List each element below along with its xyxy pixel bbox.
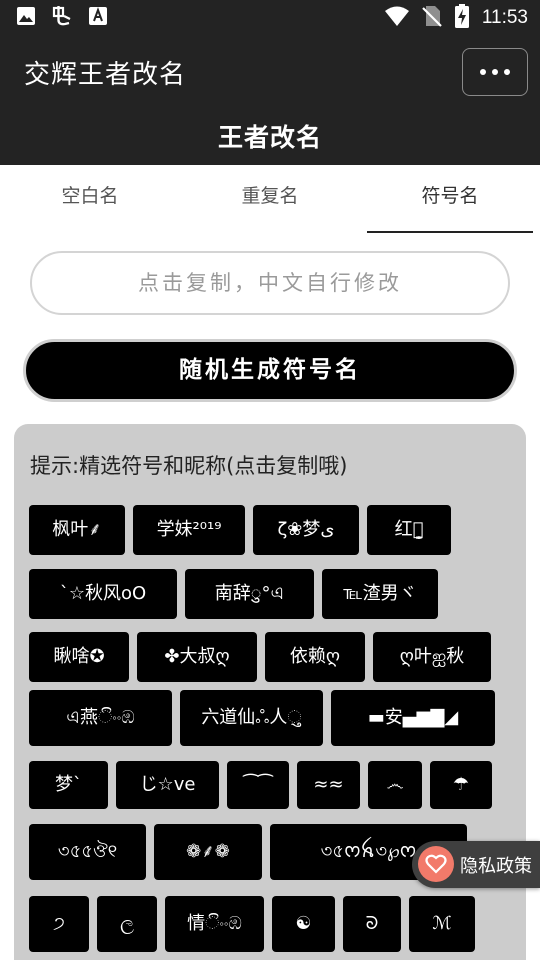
name-chip[interactable]: 六道仙ஃ人ુ — [180, 690, 323, 746]
name-chip[interactable]: ζ❀梦ى — [253, 505, 359, 555]
name-chip[interactable]: 梦ˋ — [29, 761, 108, 809]
name-chip[interactable]: ල — [97, 896, 157, 952]
wifi-icon — [384, 5, 410, 31]
name-chip[interactable]: ☯ — [272, 896, 335, 952]
name-chip[interactable]: ❁⸙❁ — [154, 824, 262, 880]
heart-icon — [418, 846, 454, 882]
name-row: 瞅啥✪ ✤大叔ღ 依赖ღ ღ叶ஐ秋 — [29, 632, 491, 682]
privacy-policy-button[interactable]: 隐私政策 — [412, 841, 540, 888]
status-time: 11:53 — [481, 7, 528, 28]
tab-symbol-name[interactable]: 符号名 — [367, 165, 533, 233]
name-chip[interactable]: ღ叶ஐ秋 — [373, 632, 491, 682]
more-dots-icon — [504, 69, 510, 75]
name-chip[interactable]: ℡渣男ヾ — [322, 569, 438, 619]
name-row: ੭ ල 情ිංංඹ ☯ ᘐ ℳ — [29, 896, 475, 952]
name-chip[interactable]: ▬安▄▆▇◢ — [331, 690, 495, 746]
generate-symbol-name-button[interactable]: 随机生成符号名 — [23, 339, 517, 402]
name-chip[interactable]: ℳ — [409, 896, 475, 952]
name-chip[interactable]: ⁀⁀ — [227, 761, 289, 809]
name-row: ˋ☆秋风oO 南辞ु°এ ℡渣男ヾ — [29, 569, 438, 619]
name-row: এ燕ිංංඹ 六道仙ஃ人ુ ▬安▄▆▇◢ — [29, 690, 495, 746]
font-app-icon — [88, 6, 108, 30]
page-title: 王者改名 — [217, 123, 322, 152]
name-chip[interactable]: 情ිංංඹ — [165, 896, 264, 952]
name-chip[interactable]: ✤大叔ღ — [137, 632, 257, 682]
name-chip[interactable]: ᘐ — [343, 896, 401, 952]
status-right-icons: 11:53 — [384, 4, 528, 32]
name-chip[interactable]: 枫叶⸙ — [29, 505, 125, 555]
name-chip[interactable]: 红颜̮̯ — [367, 505, 451, 555]
privacy-policy-label: 隐私政策 — [460, 856, 532, 877]
name-chip[interactable]: ☂ — [430, 761, 492, 809]
app-bar: 交辉王者改名 — [0, 36, 540, 106]
page-header: 王者改名 — [0, 106, 540, 165]
name-chip[interactable]: 南辞ु°এ — [185, 569, 314, 619]
name-chip[interactable]: 依赖ღ — [265, 632, 365, 682]
name-chip[interactable]: ৩৫৫ঔ୧ — [29, 824, 146, 880]
name-chip[interactable]: 瞅啥✪ — [29, 632, 129, 682]
tab-blank-name[interactable]: 空白名 — [7, 165, 173, 233]
more-dots-icon — [492, 69, 498, 75]
name-chip[interactable]: ˋ☆秋风oO — [29, 569, 177, 619]
app-title: 交辉王者改名 — [24, 60, 187, 90]
status-left-icons — [16, 6, 108, 30]
image-icon — [16, 6, 36, 30]
name-chip[interactable]: ੭ — [29, 896, 89, 952]
battery-charging-icon — [454, 4, 470, 32]
screen: 11:53 交辉王者改名 王者改名 空白名 重复名 符号名 随机生成符号名 提示… — [0, 0, 540, 960]
no-sim-icon — [422, 5, 442, 31]
name-chip[interactable]: এ燕ිංංඹ — [29, 690, 172, 746]
name-row: ৩৫৫ঔ୧ ❁⸙❁ ৩৫ᰔꫝ৩℘ᰔ — [29, 824, 467, 880]
more-options-button[interactable] — [462, 48, 528, 96]
app-notification-icon — [50, 4, 74, 32]
name-chip[interactable]: ෴ — [368, 761, 422, 809]
name-chip[interactable]: ≈≈ — [297, 761, 360, 809]
status-bar: 11:53 — [0, 0, 540, 36]
copy-name-input[interactable] — [30, 251, 510, 315]
name-chip[interactable]: 学妹²⁰¹⁹ — [133, 505, 245, 555]
name-row: 枫叶⸙ 学妹²⁰¹⁹ ζ❀梦ى 红颜̮̯ — [29, 505, 451, 555]
name-chip[interactable]: じ☆ve — [116, 761, 219, 809]
more-dots-icon — [480, 69, 486, 75]
panel-tip: 提示:精选符号和昵称(点击复制哦) — [30, 454, 348, 478]
name-row: 梦ˋ じ☆ve ⁀⁀ ≈≈ ෴ ☂ — [29, 761, 492, 809]
tab-repeat-name[interactable]: 重复名 — [187, 165, 353, 233]
tab-bar: 空白名 重复名 符号名 — [0, 165, 540, 233]
